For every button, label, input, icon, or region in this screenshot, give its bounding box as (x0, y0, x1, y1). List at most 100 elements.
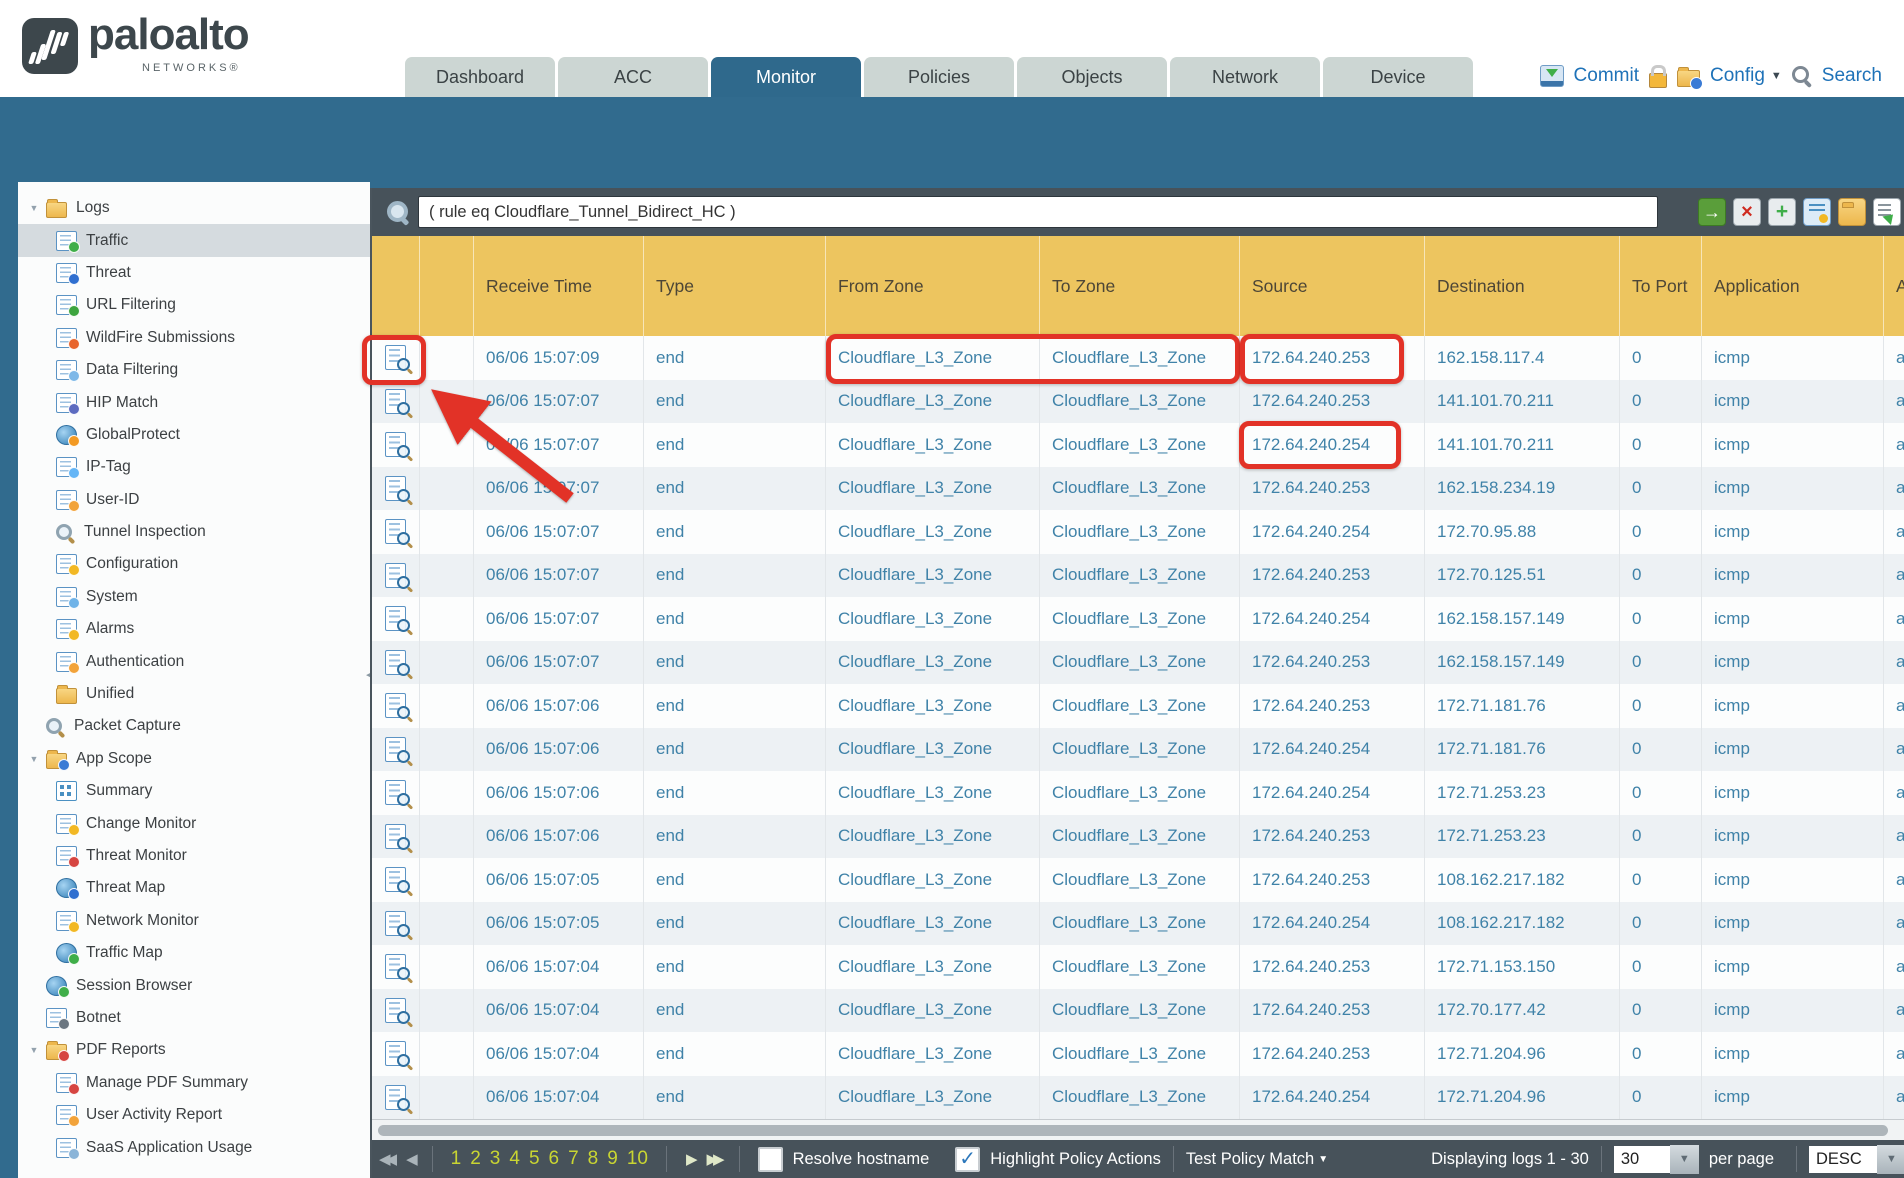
page-number-1[interactable]: 1 (451, 1148, 462, 1170)
cell-value[interactable]: 172.64.240.253 (1252, 1000, 1370, 1020)
cell-value[interactable]: 172.70.177.42 (1437, 1000, 1546, 1020)
cell-value[interactable]: Cloudflare_L3_Zone (1052, 870, 1206, 890)
cell-value[interactable]: 172.70.125.51 (1437, 565, 1546, 585)
cell-value[interactable]: 162.158.117.4 (1437, 348, 1544, 368)
cell-value[interactable]: icmp (1714, 1087, 1750, 1107)
test-policy-match-dropdown[interactable]: Test Policy Match▼ (1186, 1150, 1328, 1169)
per-page-select[interactable]: 30 (1614, 1146, 1670, 1173)
cell-value[interactable]: Cloudflare_L3_Zone (1052, 696, 1206, 716)
cell-value[interactable]: 06/06 15:07:06 (486, 696, 599, 716)
cell-value[interactable]: 0 (1632, 1087, 1641, 1107)
sidebar-item-threat-map[interactable]: Threat Map (18, 872, 370, 904)
cell-value[interactable]: icmp (1714, 739, 1750, 759)
apply-filter-icon[interactable]: → (1698, 198, 1726, 226)
cell-value[interactable]: Cloudflare_L3_Zone (838, 652, 992, 672)
scrollbar-thumb[interactable] (378, 1125, 1888, 1136)
cell-value[interactable]: 0 (1632, 826, 1641, 846)
sidebar-item-authentication[interactable]: Authentication (18, 645, 370, 677)
load-filter-icon[interactable] (1838, 198, 1866, 226)
cell-value[interactable]: 172.64.240.253 (1252, 478, 1370, 498)
cell-value[interactable]: 06/06 15:07:04 (486, 1087, 599, 1107)
page-number-2[interactable]: 2 (470, 1148, 481, 1170)
sidebar-item-threat[interactable]: Threat (18, 257, 370, 289)
cell-value[interactable]: 0 (1632, 391, 1641, 411)
cell-value[interactable]: a (1896, 739, 1904, 759)
cell-value[interactable]: 172.64.240.253 (1252, 696, 1370, 716)
sidebar-item-packet-capture[interactable]: Packet Capture (18, 710, 370, 742)
cell-value[interactable]: end (656, 478, 684, 498)
cell-value[interactable]: a (1896, 391, 1904, 411)
sidebar-item-pdf-reports[interactable]: ▼PDF Reports (18, 1034, 370, 1066)
cell-value[interactable]: end (656, 826, 684, 846)
cell-value[interactable]: 172.64.240.254 (1252, 522, 1370, 542)
cell-value[interactable]: 172.64.240.253 (1252, 1044, 1370, 1064)
cell-value[interactable]: Cloudflare_L3_Zone (1052, 783, 1206, 803)
cell-value[interactable]: 0 (1632, 609, 1641, 629)
cell-value[interactable]: a (1896, 957, 1904, 977)
cell-value[interactable]: Cloudflare_L3_Zone (838, 1000, 992, 1020)
cell-value[interactable]: 06/06 15:07:07 (486, 435, 599, 455)
cell-value[interactable]: 141.101.70.211 (1437, 391, 1554, 411)
cell-value[interactable]: Cloudflare_L3_Zone (1052, 1087, 1206, 1107)
cell-value[interactable]: 06/06 15:07:07 (486, 652, 599, 672)
cell-value[interactable]: 172.71.181.76 (1437, 696, 1546, 716)
cell-value[interactable]: 0 (1632, 348, 1641, 368)
cell-value[interactable]: 172.71.253.23 (1437, 826, 1546, 846)
cell-value[interactable]: end (656, 739, 684, 759)
cell-value[interactable]: icmp (1714, 826, 1750, 846)
cell-value[interactable]: end (656, 957, 684, 977)
cell-value[interactable]: 172.64.240.254 (1252, 609, 1370, 629)
cell-value[interactable]: 172.64.240.253 (1252, 870, 1370, 890)
expander-icon[interactable]: ▼ (26, 754, 42, 764)
cell-value[interactable]: Cloudflare_L3_Zone (1052, 348, 1206, 368)
clear-filter-icon[interactable]: × (1733, 198, 1761, 226)
log-detail-icon[interactable] (385, 432, 406, 457)
log-detail-icon[interactable] (385, 954, 406, 979)
cell-value[interactable]: icmp (1714, 1044, 1750, 1064)
cell-value[interactable]: 172.64.240.254 (1252, 783, 1370, 803)
cell-value[interactable]: 172.71.253.23 (1437, 783, 1546, 803)
cell-value[interactable]: 172.71.204.96 (1437, 1087, 1546, 1107)
cell-value[interactable]: Cloudflare_L3_Zone (838, 739, 992, 759)
filter-query-input[interactable] (418, 196, 1658, 228)
cell-value[interactable]: icmp (1714, 391, 1750, 411)
page-number-4[interactable]: 4 (509, 1148, 520, 1170)
cell-value[interactable]: 172.64.240.253 (1252, 565, 1370, 585)
cell-value[interactable]: 172.64.240.254 (1252, 739, 1370, 759)
cell-value[interactable]: icmp (1714, 348, 1750, 368)
cell-value[interactable]: a (1896, 1044, 1904, 1064)
cell-value[interactable]: 172.64.240.253 (1252, 652, 1370, 672)
sidebar-item-alarms[interactable]: Alarms (18, 613, 370, 645)
cell-value[interactable]: 172.64.240.254 (1252, 913, 1370, 933)
cell-value[interactable]: Cloudflare_L3_Zone (838, 826, 992, 846)
cell-value[interactable]: Cloudflare_L3_Zone (1052, 391, 1206, 411)
cell-value[interactable]: Cloudflare_L3_Zone (1052, 1044, 1206, 1064)
cell-value[interactable]: Cloudflare_L3_Zone (838, 522, 992, 542)
cell-value[interactable]: end (656, 391, 684, 411)
sidebar-item-summary[interactable]: Summary (18, 775, 370, 807)
log-detail-icon[interactable] (385, 563, 406, 588)
cell-value[interactable]: Cloudflare_L3_Zone (1052, 522, 1206, 542)
sidebar-item-session-browser[interactable]: Session Browser (18, 969, 370, 1001)
cell-value[interactable]: Cloudflare_L3_Zone (838, 435, 992, 455)
resolve-hostname-checkbox[interactable] (758, 1147, 783, 1172)
log-detail-icon[interactable] (385, 737, 406, 762)
page-number-10[interactable]: 10 (627, 1148, 648, 1170)
page-number-6[interactable]: 6 (549, 1148, 560, 1170)
cell-value[interactable]: 06/06 15:07:07 (486, 522, 599, 542)
cell-value[interactable]: icmp (1714, 1000, 1750, 1020)
sidebar-item-saas-application-usage[interactable]: SaaS Application Usage (18, 1131, 370, 1163)
cell-value[interactable]: 0 (1632, 870, 1641, 890)
cell-value[interactable]: 06/06 15:07:04 (486, 1044, 599, 1064)
sidebar-item-tunnel-inspection[interactable]: Tunnel Inspection (18, 516, 370, 548)
column-header-application[interactable]: Application (1702, 236, 1884, 336)
cell-value[interactable]: 0 (1632, 739, 1641, 759)
tab-device[interactable]: Device (1323, 57, 1473, 97)
prev-page-icon[interactable]: ◀ (406, 1150, 413, 1168)
page-number-9[interactable]: 9 (607, 1148, 618, 1170)
page-number-7[interactable]: 7 (568, 1148, 579, 1170)
sidebar-item-change-monitor[interactable]: Change Monitor (18, 807, 370, 839)
cell-value[interactable]: 06/06 15:07:05 (486, 913, 599, 933)
cell-value[interactable]: 06/06 15:07:07 (486, 565, 599, 585)
cell-value[interactable]: Cloudflare_L3_Zone (1052, 913, 1206, 933)
